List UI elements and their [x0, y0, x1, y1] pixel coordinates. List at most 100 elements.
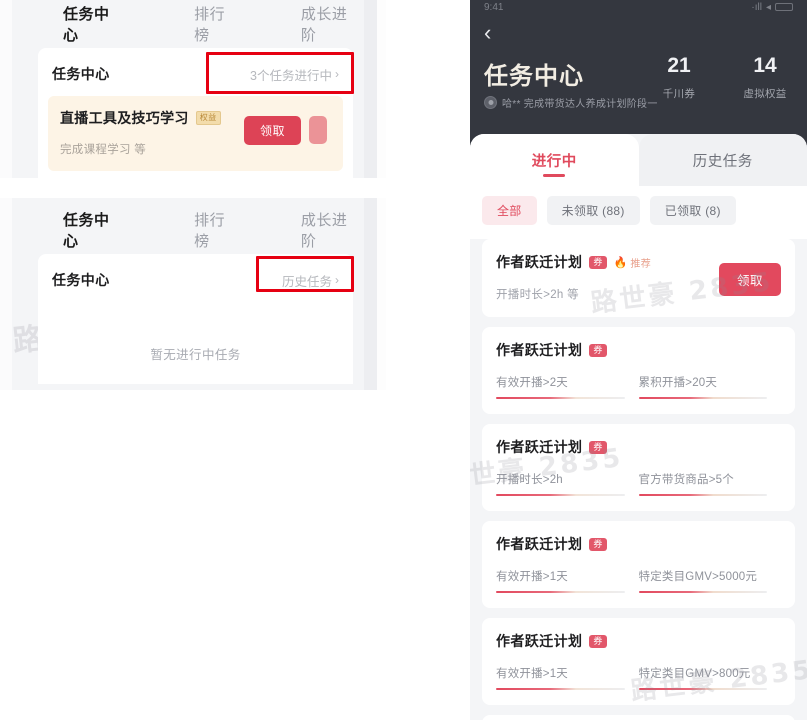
task-card-list: 作者跃迁计划 券 🔥 推荐 开播时长>2h 等 领取 作者跃迁计划 券 有效开播… — [470, 239, 807, 720]
goal-item: 有效开播>1天 — [496, 568, 639, 593]
card-title-row: 作者跃迁计划 券 — [496, 534, 781, 554]
wifi-icon: ◂ — [765, 1, 771, 13]
tab-in-progress[interactable]: 进行中 — [470, 134, 639, 186]
progress-bar — [638, 494, 767, 496]
claim-button[interactable]: 领取 — [718, 263, 781, 296]
tab-label: 成长进阶 — [300, 6, 348, 44]
tab-label: 成长进阶 — [300, 212, 348, 250]
goal-item: 有效开播>2天 — [496, 374, 639, 399]
card-title-row: 作者跃迁计划 券 — [496, 340, 781, 360]
page-title: 任务中心 — [484, 63, 584, 90]
tab-label: 排行榜 — [194, 6, 226, 44]
fire-icon: 🔥 — [613, 256, 628, 269]
phone-header: 9:41 ·ıll ◂ ‹ 任务中心 哈** 完成带货达人养成计划阶段一 21 … — [470, 0, 807, 150]
stat-label: 虚拟权益 — [743, 88, 787, 101]
goal-label: 官方带货商品>5个 — [638, 474, 734, 486]
tabbar-bottom: 任务中心 排行榜 成长进阶 — [12, 206, 364, 254]
goal-label: 开播时长>2h — [496, 474, 563, 486]
panel-title-bottom: 任务中心 — [52, 272, 110, 288]
phone-screenshot: 9:41 ·ıll ◂ ‹ 任务中心 哈** 完成带货达人养成计划阶段一 21 … — [470, 0, 807, 720]
stat-virtual-benefits[interactable]: 14 虚拟权益 — [737, 54, 793, 101]
tab-leaderboard-bottom[interactable]: 排行榜 — [188, 209, 243, 251]
goal-label: 累积开播>20天 — [638, 377, 718, 389]
benefit-badge: 权益 — [195, 111, 221, 125]
shot-left-edge-top — [0, 0, 12, 178]
progress-bar — [638, 397, 767, 399]
card-title-row: 作者跃迁计划 券 — [496, 631, 781, 651]
coupon-badge: 券 — [589, 255, 607, 269]
goal-label: 有效开播>1天 — [496, 571, 569, 583]
task-center-panel-top: 任务中心 3个任务进行中 › 直播工具及技巧学习 权益 完成课程学习 等 领取 — [38, 48, 353, 178]
tab-leaderboard-top[interactable]: 排行榜 — [188, 3, 243, 45]
shot-right-edge-top — [364, 0, 386, 178]
shot-right-edge-inner-top — [377, 0, 386, 178]
tab-history-tasks[interactable]: 历史任务 — [638, 134, 807, 186]
tab-task-center-bottom[interactable]: 任务中心 — [57, 209, 126, 251]
goal-list: 开播时长>2h 官方带货商品>5个 — [496, 471, 781, 496]
tab-growth-bottom[interactable]: 成长进阶 — [295, 209, 364, 251]
left-screenshot-bottom: 任务中心 排行榜 成长进阶 路世豪 2835 任务中心 历史任务 › 暂无进行中… — [0, 198, 386, 390]
user-progress-text: 哈** 完成带货达人养成计划阶段一 — [502, 99, 658, 110]
screenshot-root: 任务中心 排行榜 成长进阶 任务中心 3个任务进行中 › 直播工具及技巧学习 权… — [0, 0, 807, 720]
claim-button-next-partial[interactable] — [309, 116, 327, 144]
task-card[interactable]: 作者跃迁计划 券 开播时长>2h 官方带货商品>5个 — [482, 424, 795, 511]
status-indicators: ·ıll ◂ — [751, 2, 793, 13]
task-card[interactable]: 作者跃迁计划 券 有效开播>2天 累积开播>20天 — [482, 327, 795, 414]
user-progress-row[interactable]: 哈** 完成带货达人养成计划阶段一 — [484, 95, 658, 110]
coupon-badge: 券 — [589, 440, 607, 454]
progress-bar — [496, 688, 625, 690]
card-title: 作者跃迁计划 — [496, 254, 583, 270]
card-title: 作者跃迁计划 — [496, 536, 583, 552]
chevron-right-icon: › — [335, 273, 339, 287]
tab-growth-top[interactable]: 成长进阶 — [295, 3, 364, 45]
tab-label: 进行中 — [531, 153, 577, 170]
task-card[interactable]: 作者跃迁计划 券 — [482, 715, 795, 720]
phone-content: 进行中 历史任务 全部 未领取 (88) 已领取 (8) 作者跃迁计划 券 🔥 … — [470, 134, 807, 720]
stat-qianchuan-coupon[interactable]: 21 千川券 — [651, 54, 707, 101]
shot-right-edge-bottom — [364, 198, 386, 390]
card-title-row: 作者跃迁计划 券 — [496, 437, 781, 457]
coupon-badge: 券 — [589, 634, 607, 648]
panel-header-bottom: 任务中心 历史任务 › — [38, 254, 353, 300]
tabbar-top: 任务中心 排行榜 成长进阶 — [12, 0, 364, 48]
chip-all[interactable]: 全部 — [482, 196, 537, 225]
goal-item: 开播时长>2h — [496, 471, 639, 496]
progress-bar — [496, 397, 625, 399]
goal-item: 累积开播>20天 — [638, 374, 782, 399]
goal-list: 有效开播>2天 累积开播>20天 — [496, 374, 781, 399]
phone-tabs: 进行中 历史任务 — [470, 134, 807, 186]
panel-header-top: 任务中心 3个任务进行中 › — [38, 48, 353, 94]
recommend-label: 推荐 — [630, 258, 652, 270]
progress-bar — [496, 494, 625, 496]
task-card[interactable]: 作者跃迁计划 券 有效开播>1天 特定类目GMV>5000元 — [482, 521, 795, 608]
empty-state-text: 暂无进行中任务 — [150, 348, 241, 362]
task-card[interactable]: 作者跃迁计划 券 有效开播>1天 特定类目GMV>800元 — [482, 618, 795, 705]
task-card[interactable]: 作者跃迁计划 券 🔥 推荐 开播时长>2h 等 领取 — [482, 239, 795, 317]
chip-claimed[interactable]: 已领取 (8) — [649, 196, 736, 225]
chip-unclaimed[interactable]: 未领取 (88) — [546, 196, 640, 225]
tab-label: 任务中心 — [63, 6, 110, 44]
goal-list: 有效开播>1天 特定类目GMV>800元 — [496, 665, 781, 690]
in-progress-tasks-label: 3个任务进行中 — [250, 68, 332, 83]
status-bar: 9:41 ·ıll ◂ — [470, 0, 807, 14]
goal-label: 有效开播>1天 — [496, 668, 569, 680]
shot-left-edge-bottom — [0, 198, 12, 390]
left-screenshot-top: 任务中心 排行榜 成长进阶 任务中心 3个任务进行中 › 直播工具及技巧学习 权… — [0, 0, 386, 178]
in-progress-tasks-link[interactable]: 3个任务进行中 › — [250, 65, 339, 84]
progress-bar — [638, 591, 767, 593]
coupon-badge: 券 — [589, 537, 607, 551]
stat-label: 千川券 — [662, 88, 696, 101]
status-time: 9:41 — [484, 1, 504, 13]
history-tasks-link[interactable]: 历史任务 › — [282, 271, 339, 290]
claim-button-top[interactable]: 领取 — [243, 116, 301, 145]
tab-task-center-top[interactable]: 任务中心 — [57, 3, 126, 45]
task-center-panel-bottom: 任务中心 历史任务 › 暂无进行中任务 — [38, 254, 353, 384]
goal-item: 官方带货商品>5个 — [638, 471, 782, 496]
tab-label: 排行榜 — [194, 212, 226, 250]
goal-item: 有效开播>1天 — [496, 665, 639, 690]
card-title: 作者跃迁计划 — [496, 342, 583, 358]
filter-chips: 全部 未领取 (88) 已领取 (8) — [470, 186, 807, 239]
task-row-live-tools[interactable]: 直播工具及技巧学习 权益 完成课程学习 等 领取 — [48, 96, 343, 171]
progress-bar — [638, 688, 767, 690]
back-icon[interactable]: ‹ — [484, 22, 491, 44]
